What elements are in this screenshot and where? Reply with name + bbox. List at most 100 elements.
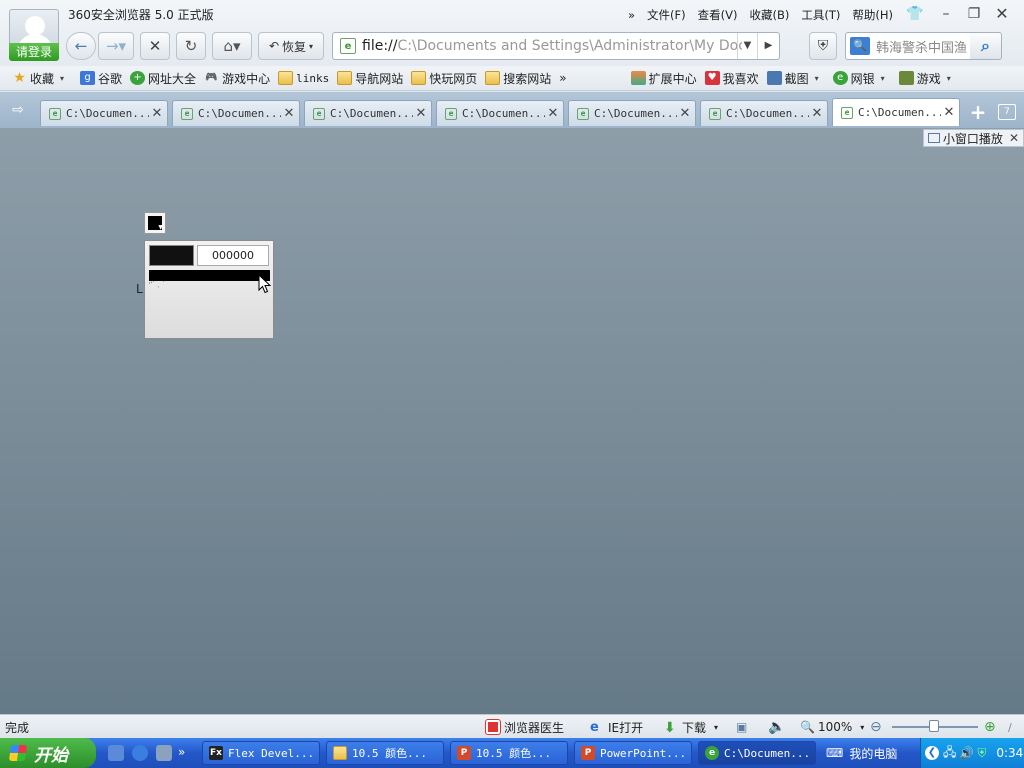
taskbar-item-ppt-doc[interactable]: P 10.5 颜色... xyxy=(450,741,568,765)
bookmark-kuaiwan[interactable]: 快玩网页 xyxy=(407,66,481,90)
close-tab-icon[interactable]: ✕ xyxy=(281,106,297,121)
address-go-icon[interactable]: ▶ xyxy=(757,33,779,59)
media-player-icon[interactable] xyxy=(156,745,172,761)
menu-more[interactable]: » xyxy=(622,6,641,24)
search-input[interactable]: 🔍 韩海警杀中国渔 xyxy=(845,32,971,60)
menu-help[interactable]: 帮助(H) xyxy=(846,6,899,24)
search-button[interactable]: ⌕ xyxy=(970,32,1002,60)
color-picker-swatch[interactable]: ▼ xyxy=(144,212,166,234)
color-swatch-row[interactable] xyxy=(149,270,270,281)
login-button[interactable]: 请登录 xyxy=(9,43,59,61)
bookmarks-more-button[interactable]: » xyxy=(555,66,570,90)
ie-open-button[interactable]: e IE打开 xyxy=(590,715,643,739)
home-button[interactable]: ⌂▾ xyxy=(212,32,252,60)
tab-label: C:\Documen... xyxy=(858,106,941,119)
bookmark-google[interactable]: g 谷歌 xyxy=(76,66,126,90)
address-text[interactable]: file://C:\Documents and Settings\Adminis… xyxy=(362,38,742,54)
extension-icon xyxy=(630,71,646,85)
search-engine-icon[interactable]: 🔍 xyxy=(850,37,870,55)
restore-button[interactable]: ↶ 恢复 ▾ xyxy=(258,32,324,60)
bookmark-game-center[interactable]: 🎮 游戏中心 xyxy=(200,66,274,90)
tab-count-badge[interactable]: 7 xyxy=(998,104,1016,120)
download-label: 下载 xyxy=(682,720,707,735)
skin-icon[interactable]: 👕 xyxy=(904,4,926,24)
back-arrow-icon: ← xyxy=(74,37,88,55)
network-icon[interactable]: 🖧 xyxy=(943,743,956,764)
browser-doctor-button[interactable]: 浏览器医生 xyxy=(485,715,565,739)
doctor-label: 浏览器医生 xyxy=(504,720,565,735)
volume-tray-icon[interactable]: 🔊 xyxy=(959,746,974,760)
tab-3[interactable]: e C:\Documen... ✕ xyxy=(304,100,432,126)
toolbar-extensions[interactable]: 扩展中心 xyxy=(627,66,701,90)
zoom-out-icon[interactable]: ⊖ xyxy=(870,715,882,739)
close-window-button[interactable]: ✕ xyxy=(991,4,1013,24)
mini-window-play-button[interactable]: 小窗口播放 ✕ xyxy=(922,129,1024,147)
hex-input[interactable]: 000000 xyxy=(197,245,269,266)
window-mode-icon[interactable]: ▣ xyxy=(736,715,747,739)
zoom-control[interactable]: 🔍 100% ▾ xyxy=(800,715,864,739)
tab-5[interactable]: e C:\Documen... ✕ xyxy=(568,100,696,126)
taskbar-item-flex[interactable]: Fx Flex Devel... xyxy=(202,741,320,765)
sidebar-toggle-icon[interactable]: ⇨ xyxy=(6,100,30,120)
tray-expand-icon[interactable]: ❮ xyxy=(925,746,939,760)
back-button[interactable]: ← xyxy=(66,32,96,60)
security-shield-button[interactable]: ⛨ xyxy=(809,32,837,60)
clock[interactable]: 0:34 xyxy=(996,746,1023,760)
bookmark-favorites[interactable]: ★ 收藏 ▾ xyxy=(8,66,68,90)
bookmark-search-sites[interactable]: 搜索网站 xyxy=(481,66,555,90)
toolbar-games[interactable]: 游戏 ▾ xyxy=(895,66,955,90)
taskbar-item-powerpoint[interactable]: P PowerPoint... xyxy=(574,741,692,765)
mini-window-icon xyxy=(927,133,940,143)
download-button[interactable]: ⬇ 下载 ▾ xyxy=(664,715,718,739)
close-tab-icon[interactable]: ✕ xyxy=(941,105,957,120)
chevron-down-icon: ▾ xyxy=(60,73,65,83)
start-button[interactable]: 开始 xyxy=(0,738,96,768)
menu-favorites[interactable]: 收藏(B) xyxy=(743,6,795,24)
close-tab-icon[interactable]: ✕ xyxy=(677,106,693,121)
menu-file[interactable]: 文件(F) xyxy=(641,6,692,24)
taskbar-item-browser[interactable]: e C:\Documen... xyxy=(698,741,816,765)
security-tray-icon[interactable]: ⛨ xyxy=(977,746,986,761)
address-bar[interactable]: e file://C:\Documents and Settings\Admin… xyxy=(332,32,780,60)
menu-view[interactable]: 查看(V) xyxy=(692,6,744,24)
volume-icon[interactable]: 🔈 xyxy=(768,715,785,739)
zoom-in-icon[interactable]: ⊕ xyxy=(984,715,996,739)
quicklaunch-more-icon[interactable]: » xyxy=(178,745,194,761)
tab-4[interactable]: e C:\Documen... ✕ xyxy=(436,100,564,126)
home-icon: ⌂▾ xyxy=(223,37,241,55)
close-tab-icon[interactable]: ✕ xyxy=(413,106,429,121)
maximize-button[interactable]: ❐ xyxy=(963,4,985,24)
close-icon[interactable]: ✕ xyxy=(1009,131,1019,145)
chevron-down-icon: ▾ xyxy=(880,73,885,83)
stop-button[interactable]: ✕ xyxy=(140,32,170,60)
taskbar-item-folder[interactable]: 10.5 颜色... xyxy=(326,741,444,765)
zoom-slider-thumb[interactable] xyxy=(929,720,939,732)
menu-tools[interactable]: 工具(T) xyxy=(795,6,846,24)
toolbar-screenshot[interactable]: 截图 ▾ xyxy=(763,66,823,90)
tab-6[interactable]: e C:\Documen... ✕ xyxy=(700,100,828,126)
system-tray: ❮ 🖧 🔊 ⛨ 0:34 xyxy=(920,738,1024,768)
my-computer-toolbar[interactable]: ⌨ 我的电脑 xyxy=(826,738,897,768)
mini-window-label: 小窗口播放 xyxy=(942,131,1003,146)
close-tab-icon[interactable]: ✕ xyxy=(809,106,825,121)
tab-7-active[interactable]: e C:\Documen... ✕ xyxy=(832,98,960,126)
toolbar-online-bank[interactable]: e 网银 ▾ xyxy=(829,66,889,90)
bookmark-nav-sites[interactable]: 导航网站 xyxy=(333,66,407,90)
address-dropdown-icon[interactable]: ▼ xyxy=(737,33,757,59)
tab-2[interactable]: e C:\Documen... ✕ xyxy=(172,100,300,126)
ie-icon: e xyxy=(590,720,599,735)
forward-button[interactable]: →▾ xyxy=(98,32,134,60)
bookmark-url-guide[interactable]: + 网址大全 xyxy=(126,66,200,90)
tab-1[interactable]: e C:\Documen... ✕ xyxy=(40,100,168,126)
minimize-button[interactable]: – xyxy=(935,4,957,24)
close-tab-icon[interactable]: ✕ xyxy=(545,106,561,121)
close-tab-icon[interactable]: ✕ xyxy=(149,106,165,121)
new-tab-button[interactable]: + xyxy=(966,102,990,122)
resize-grip-icon[interactable]: ∕ xyxy=(1008,715,1012,739)
show-desktop-icon[interactable] xyxy=(108,745,124,761)
bookmark-links[interactable]: links xyxy=(274,66,333,90)
taskbar: 开始 » Fx Flex Devel... 10.5 颜色... P 10.5 … xyxy=(0,738,1024,768)
refresh-button[interactable]: ↻ xyxy=(176,32,206,60)
toolbar-favorites-like[interactable]: ♥ 我喜欢 xyxy=(701,66,763,90)
ie-quicklaunch-icon[interactable] xyxy=(132,745,148,761)
